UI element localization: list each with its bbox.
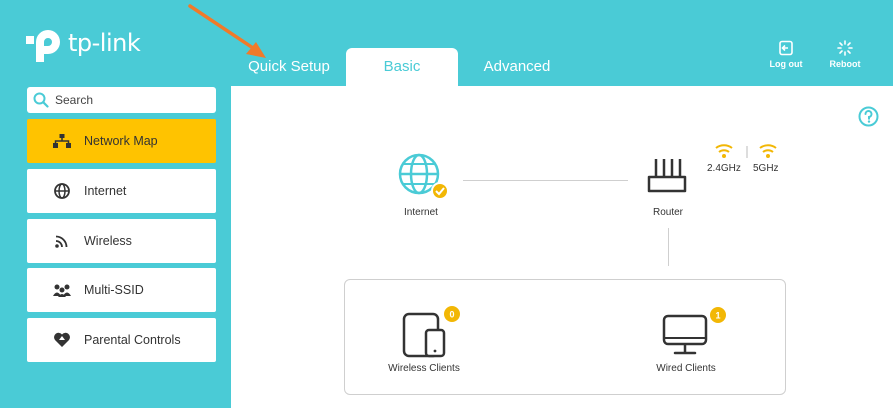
tp-link-logo-icon: [26, 30, 60, 62]
wireless-clients-label: Wireless Clients: [388, 363, 460, 374]
search-box[interactable]: [27, 87, 216, 113]
router-label: Router: [652, 207, 683, 218]
sidebar-item-wireless[interactable]: Wireless: [27, 219, 216, 263]
internet-router-link: [463, 180, 628, 181]
wifi-24ghz-icon: [715, 144, 733, 158]
tab-advanced[interactable]: Advanced: [470, 48, 564, 86]
logout-button[interactable]: Log out: [764, 40, 808, 69]
wired-clients-count: 1: [715, 311, 720, 321]
sidebar-item-internet[interactable]: Internet: [27, 169, 216, 213]
reboot-button[interactable]: Reboot: [823, 40, 867, 69]
multi-user-icon: [53, 281, 71, 299]
wireless-clients-icon[interactable]: 0: [402, 306, 468, 358]
search-icon: [33, 92, 49, 108]
tab-basic[interactable]: Basic: [346, 48, 458, 86]
logout-label: Log out: [769, 59, 803, 69]
sidebar-item-multi-ssid[interactable]: Multi-SSID: [27, 268, 216, 312]
internet-globe-icon[interactable]: [397, 152, 451, 202]
annotation-arrow: [188, 4, 266, 58]
sidebar-item-label: Internet: [84, 184, 127, 198]
help-icon[interactable]: [858, 106, 879, 127]
wifi-bands-indicator: [715, 144, 777, 158]
sidebar-item-label: Parental Controls: [84, 333, 181, 347]
router-icon[interactable]: [646, 155, 688, 193]
wired-clients-icon[interactable]: 1: [660, 306, 728, 358]
router-clients-link: [668, 228, 669, 266]
wired-clients-label: Wired Clients: [656, 363, 716, 374]
heart-icon: [53, 331, 71, 349]
globe-icon: [53, 182, 71, 200]
internet-label: Internet: [404, 207, 438, 218]
brand-name: tp-link: [68, 29, 141, 57]
wireless-clients-count: 0: [449, 310, 454, 320]
sidebar-item-label: Wireless: [84, 234, 132, 248]
band-24ghz-label: 2.4GHz: [707, 163, 741, 174]
wifi-icon: [53, 232, 71, 250]
sidebar-item-label: Multi-SSID: [84, 283, 144, 297]
reboot-label: Reboot: [829, 59, 861, 69]
reboot-icon: [837, 40, 853, 56]
top-header: tp-link Quick Setup Basic Advanced Log o…: [0, 0, 893, 86]
sidebar-item-label: Network Map: [84, 134, 158, 148]
network-map-icon: [53, 132, 71, 150]
sidebar-item-parental-controls[interactable]: Parental Controls: [27, 318, 216, 362]
logout-icon: [779, 40, 793, 56]
tp-link-logo[interactable]: tp-link: [22, 22, 141, 64]
band-5ghz-label: 5GHz: [753, 163, 779, 174]
router-admin-page: tp-link Quick Setup Basic Advanced Log o…: [0, 0, 893, 408]
sidebar-item-network-map[interactable]: Network Map: [27, 119, 216, 163]
search-input[interactable]: [55, 93, 205, 107]
wifi-5ghz-icon: [759, 144, 777, 158]
